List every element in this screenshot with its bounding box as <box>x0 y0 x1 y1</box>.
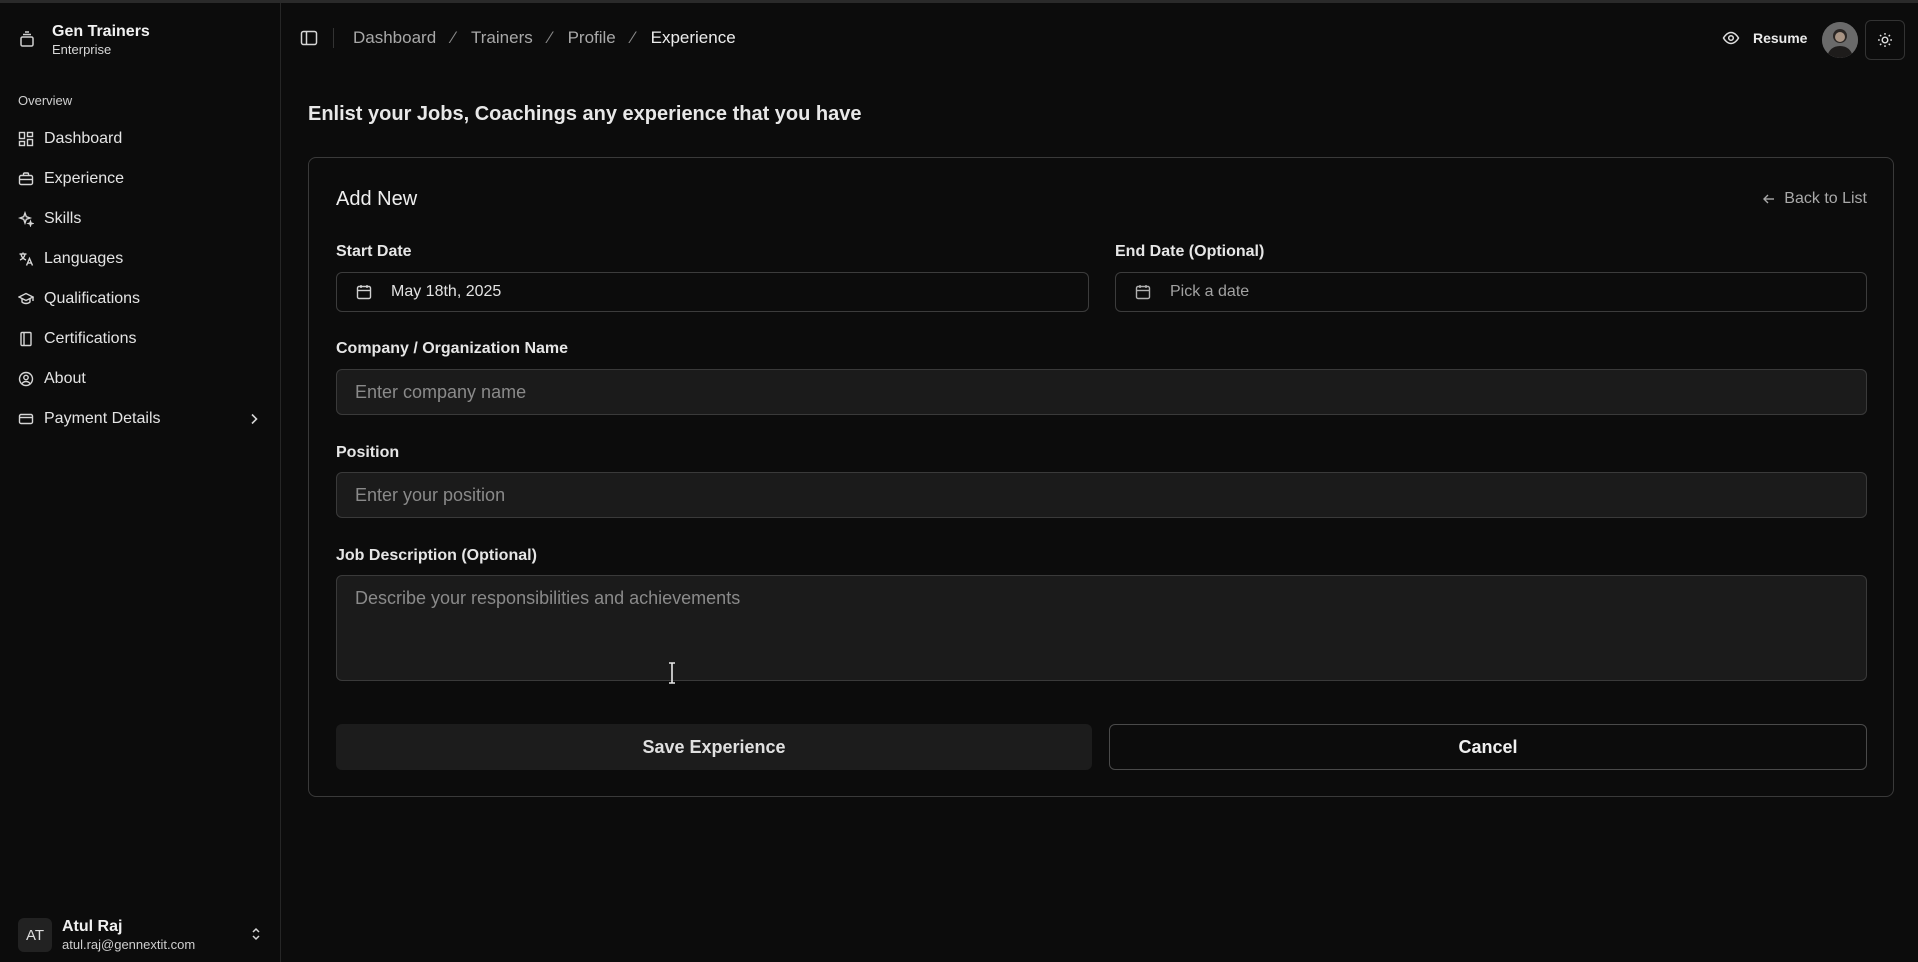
resume-label: Resume <box>1753 30 1808 46</box>
calendar-icon <box>1135 285 1151 300</box>
graduation-cap-icon <box>18 292 34 305</box>
position-label: Position <box>336 444 400 461</box>
sidebar-item-label: Languages <box>44 250 124 267</box>
sidebar-item-payment-details[interactable]: Payment Details <box>8 399 272 439</box>
brand-text: Gen Trainers Enterprise <box>52 22 150 58</box>
page-title: Enlist your Jobs, Coachings any experien… <box>308 103 862 125</box>
credit-card-icon <box>18 413 34 425</box>
sidebar-item-qualifications[interactable]: Qualifications <box>8 279 272 319</box>
user-email: atul.raj@gennextit.com <box>62 937 196 952</box>
sidebar: Gen Trainers Enterprise Overview Dashboa… <box>0 3 281 962</box>
breadcrumb-separator: ⁄ <box>631 28 635 47</box>
arrow-left-icon <box>1763 194 1775 204</box>
brand-subtitle: Enterprise <box>52 42 112 57</box>
briefcase-icon <box>18 172 34 186</box>
breadcrumb-separator: ⁄ <box>452 28 456 47</box>
brand[interactable]: Gen Trainers Enterprise <box>18 22 150 58</box>
save-experience-button[interactable]: Save Experience <box>336 724 1092 770</box>
sidebar-item-label: Skills <box>44 210 82 227</box>
sidebar-item-label: About <box>44 370 86 387</box>
end-date-label: End Date (Optional) <box>1115 243 1265 260</box>
top-header: Dashboard ⁄ Trainers ⁄ Profile ⁄ Experie… <box>282 3 1918 71</box>
breadcrumb-separator: ⁄ <box>548 28 552 47</box>
form-title: Add New <box>336 188 418 210</box>
layers-icon <box>18 30 36 48</box>
chevron-right-icon <box>251 413 258 425</box>
breadcrumb: Dashboard ⁄ Trainers ⁄ Profile ⁄ Experie… <box>353 28 736 48</box>
sidebar-item-label: Qualifications <box>44 290 141 307</box>
profile-avatar[interactable] <box>1822 22 1858 58</box>
calendar-icon <box>356 285 372 300</box>
grid-icon <box>18 131 34 147</box>
user-menu[interactable]: AT Atul Raj atul.raj@gennextit.com <box>18 915 264 955</box>
breadcrumb-profile[interactable]: Profile <box>568 28 616 48</box>
description-label: Job Description (Optional) <box>336 547 537 564</box>
position-input[interactable] <box>336 472 1867 518</box>
translate-icon <box>19 252 34 266</box>
profile-photo-icon <box>1822 22 1858 58</box>
panel-left-icon <box>300 30 318 46</box>
sidebar-item-about[interactable]: About <box>8 359 272 399</box>
brand-title: Gen Trainers <box>52 23 150 40</box>
text-cursor-icon <box>669 662 675 684</box>
company-label: Company / Organization Name <box>336 340 569 357</box>
experience-form-card: Add New Back to List Start Date May 18th… <box>308 157 1894 797</box>
sparkles-icon <box>18 211 34 227</box>
end-date-picker[interactable]: Pick a date <box>1115 272 1867 312</box>
back-to-list-link[interactable]: Back to List <box>1762 190 1867 208</box>
header-divider <box>333 28 334 48</box>
sidebar-nav: Dashboard Experience Skills Languages Qu… <box>8 119 272 439</box>
sidebar-item-certifications[interactable]: Certifications <box>8 319 272 359</box>
sun-icon <box>1878 33 1892 47</box>
app-root: Gen Trainers Enterprise Overview Dashboa… <box>0 0 1918 962</box>
nav-group-label: Overview <box>18 93 73 108</box>
start-date-label: Start Date <box>336 243 412 260</box>
end-date-placeholder: Pick a date <box>1170 283 1250 300</box>
book-icon <box>20 331 32 347</box>
start-date-picker[interactable]: May 18th, 2025 <box>336 272 1089 312</box>
job-description-textarea[interactable] <box>336 575 1867 681</box>
user-info: Atul Raj atul.raj@gennextit.com <box>62 917 195 953</box>
sidebar-item-dashboard[interactable]: Dashboard <box>8 119 272 159</box>
user-circle-icon <box>18 371 34 387</box>
sidebar-item-languages[interactable]: Languages <box>8 239 272 279</box>
sidebar-item-label: Payment Details <box>44 410 161 427</box>
sidebar-toggle-button[interactable] <box>300 29 318 47</box>
resume-button[interactable]: Resume <box>1722 29 1807 47</box>
sidebar-item-label: Certifications <box>44 330 137 347</box>
sidebar-item-skills[interactable]: Skills <box>8 199 272 239</box>
sidebar-item-label: Experience <box>44 170 125 187</box>
start-date-value: May 18th, 2025 <box>391 283 502 300</box>
breadcrumb-current: Experience <box>650 28 736 47</box>
avatar: AT <box>18 918 52 952</box>
theme-toggle-button[interactable] <box>1865 20 1905 60</box>
breadcrumb-dashboard[interactable]: Dashboard <box>353 28 436 48</box>
back-to-list-label: Back to List <box>1784 190 1867 207</box>
eye-icon <box>1722 31 1740 45</box>
chevrons-up-down-icon <box>252 927 260 941</box>
cancel-button[interactable]: Cancel <box>1109 724 1867 770</box>
company-name-input[interactable] <box>336 369 1867 415</box>
sidebar-item-label: Dashboard <box>44 130 123 147</box>
sidebar-item-experience[interactable]: Experience <box>8 159 272 199</box>
breadcrumb-trainers[interactable]: Trainers <box>471 28 533 48</box>
user-name: Atul Raj <box>62 918 123 935</box>
